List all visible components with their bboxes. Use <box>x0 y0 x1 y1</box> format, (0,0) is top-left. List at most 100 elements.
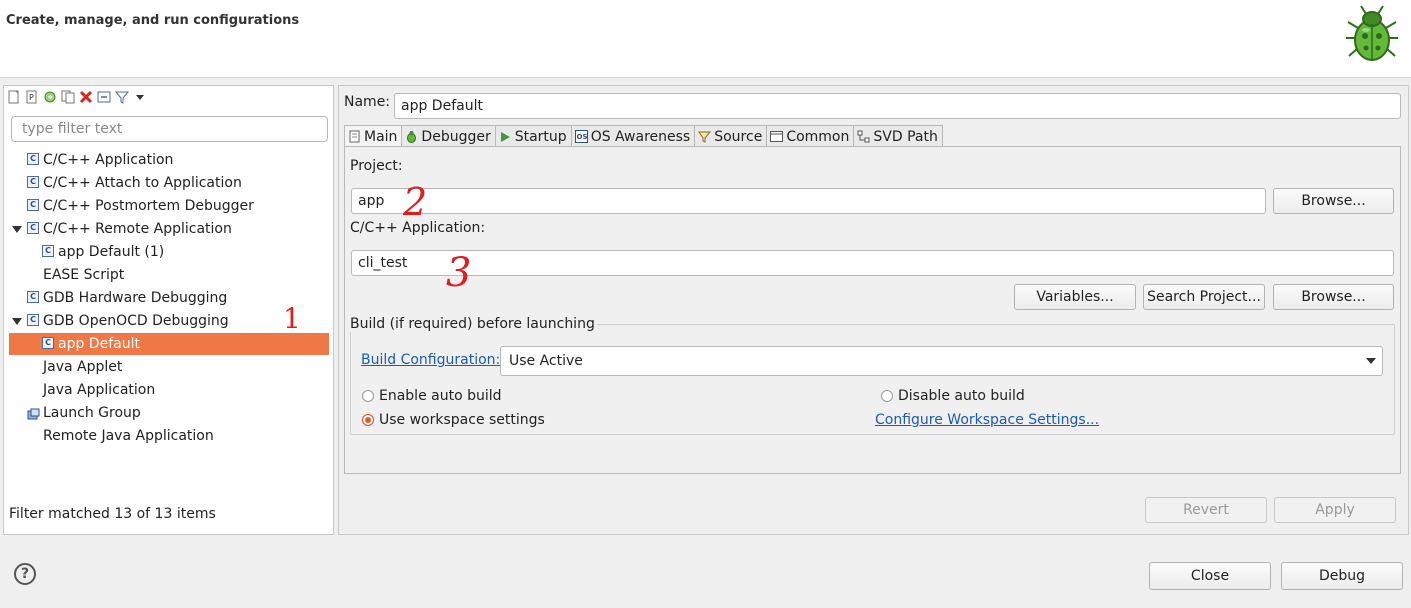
revert-button[interactable]: Revert <box>1145 497 1267 523</box>
tree-item-label: app Default (1) <box>58 244 165 260</box>
tab-os-awareness[interactable]: OS OS Awareness <box>570 125 696 147</box>
tab-label: Debugger <box>421 128 491 145</box>
tree-item-java-applet[interactable]: Java Applet <box>24 356 324 378</box>
c-config-icon: C <box>42 245 54 257</box>
new-config-icon[interactable] <box>6 89 22 105</box>
variables-button[interactable]: Variables... <box>1014 284 1136 310</box>
tab-main[interactable]: Main <box>344 125 403 148</box>
debug-button[interactable]: Debug <box>1281 562 1403 590</box>
tree-item-label: GDB Hardware Debugging <box>43 290 228 306</box>
tree-item-cpp-attach[interactable]: C C/C++ Attach to Application <box>24 172 324 194</box>
close-button[interactable]: Close <box>1149 562 1271 590</box>
tree-item-launch-group[interactable]: Launch Group <box>24 402 324 424</box>
tree-item-label: Java Application <box>43 382 156 398</box>
help-question-icon[interactable]: ? <box>14 563 36 585</box>
tab-label: Main <box>364 128 398 145</box>
source-icon <box>698 130 712 143</box>
tree-item-cpp-application[interactable]: C C/C++ Application <box>24 149 324 171</box>
tab-common[interactable]: Common <box>766 125 855 147</box>
tree-item-label: C/C++ Attach to Application <box>43 175 242 191</box>
tab-source[interactable]: Source <box>694 125 768 147</box>
enable-auto-build-label: Enable auto build <box>379 388 502 404</box>
use-workspace-settings-label: Use workspace settings <box>379 412 545 428</box>
enable-auto-build-radio[interactable] <box>362 390 374 402</box>
c-config-icon: C <box>42 337 54 349</box>
c-config-icon: C <box>27 314 39 326</box>
bug-icon <box>405 130 418 143</box>
tree-item-label: EASE Script <box>43 267 125 283</box>
c-config-icon: C <box>27 153 39 165</box>
application-browse-button[interactable]: Browse... <box>1273 284 1394 310</box>
config-tab-bar: Main Debugger Startup OS OS Awareness So… <box>344 125 943 148</box>
dialog-header <box>0 0 1411 78</box>
tree-item-java-application[interactable]: Java Application <box>24 379 324 401</box>
disable-auto-build-radio[interactable] <box>881 390 893 402</box>
tree-item-cpp-postmortem[interactable]: C C/C++ Postmortem Debugger <box>24 195 324 217</box>
filter-icon[interactable] <box>114 89 130 105</box>
tree-item-app-default-selected[interactable]: C app Default <box>9 333 329 355</box>
project-label: Project: <box>350 158 403 174</box>
tab-label: Startup <box>514 128 567 145</box>
os-icon: OS <box>574 130 588 143</box>
tree-item-label: Launch Group <box>43 405 141 421</box>
tab-label: Common <box>786 128 850 145</box>
name-label: Name: <box>344 94 391 110</box>
tab-label: OS Awareness <box>590 128 691 145</box>
tab-label: SVD Path <box>873 128 938 145</box>
launch-group-icon <box>27 406 40 420</box>
tree-item-label: C/C++ Remote Application <box>43 221 232 237</box>
filter-input[interactable] <box>11 116 328 142</box>
build-configuration-select[interactable]: Use Active <box>500 346 1383 376</box>
project-field[interactable]: app <box>351 188 1266 214</box>
build-group-label: Build (if required) before launching <box>350 316 597 332</box>
expand-arrow-icon[interactable] <box>12 226 22 233</box>
tree-item-remote-java[interactable]: Remote Java Application <box>24 425 324 447</box>
configure-workspace-settings-link[interactable]: Configure Workspace Settings... <box>875 412 1099 428</box>
c-config-icon: C <box>27 199 39 211</box>
c-config-icon: C <box>27 222 39 234</box>
common-icon <box>770 130 784 143</box>
new-prototype-icon[interactable]: P <box>24 89 40 105</box>
c-config-icon: C <box>27 291 39 303</box>
annotation-3: 3 <box>446 250 472 296</box>
svg-text:P: P <box>29 93 34 102</box>
left-toolbar: P <box>6 89 148 107</box>
apply-button[interactable]: Apply <box>1274 497 1396 523</box>
view-menu-chevron-down-icon[interactable] <box>132 89 148 105</box>
document-icon <box>348 130 361 143</box>
tree-item-app-default-1[interactable]: C app Default (1) <box>40 241 324 263</box>
svd-icon <box>857 130 870 143</box>
search-project-button[interactable]: Search Project... <box>1143 284 1265 310</box>
use-workspace-settings-radio[interactable] <box>362 414 374 426</box>
tree-item-gdb-hardware[interactable]: C GDB Hardware Debugging <box>24 287 324 309</box>
tree-item-label: C/C++ Postmortem Debugger <box>43 198 254 214</box>
tab-svd-path[interactable]: SVD Path <box>853 125 943 147</box>
tree-item-ease-script[interactable]: EASE Script <box>24 264 324 286</box>
filter-status-text: Filter matched 13 of 13 items <box>9 506 216 522</box>
debug-bug-icon <box>1340 2 1404 66</box>
dialog-title: Create, manage, and run configurations <box>6 13 300 28</box>
collapse-all-icon[interactable] <box>96 89 112 105</box>
expand-arrow-icon[interactable] <box>12 318 22 325</box>
tree-item-label: app Default <box>58 336 140 352</box>
tree-item-gdb-openocd[interactable]: C GDB OpenOCD Debugging <box>10 310 324 332</box>
project-browse-button[interactable]: Browse... <box>1273 188 1394 214</box>
dropdown-chevron-down-icon[interactable] <box>1366 358 1376 364</box>
export-config-icon[interactable] <box>42 89 58 105</box>
tree-item-label: GDB OpenOCD Debugging <box>43 313 229 329</box>
tree-item-label: Remote Java Application <box>43 428 214 444</box>
tree-item-label: Java Applet <box>43 359 123 375</box>
duplicate-config-icon[interactable] <box>60 89 76 105</box>
name-field[interactable]: app Default <box>394 93 1401 119</box>
cpp-application-field[interactable]: cli_test <box>351 250 1394 276</box>
tree-item-cpp-remote[interactable]: C C/C++ Remote Application <box>10 218 324 240</box>
tab-label: Source <box>714 128 763 145</box>
delete-config-icon[interactable] <box>78 89 94 105</box>
svg-text:OS: OS <box>576 133 587 141</box>
tree-item-label: C/C++ Application <box>43 152 174 168</box>
build-configuration-link[interactable]: Build Configuration: <box>361 352 500 368</box>
tab-debugger[interactable]: Debugger <box>401 125 496 147</box>
disable-auto-build-label: Disable auto build <box>898 388 1025 404</box>
tab-startup[interactable]: Startup <box>494 125 572 147</box>
play-icon <box>499 130 512 143</box>
